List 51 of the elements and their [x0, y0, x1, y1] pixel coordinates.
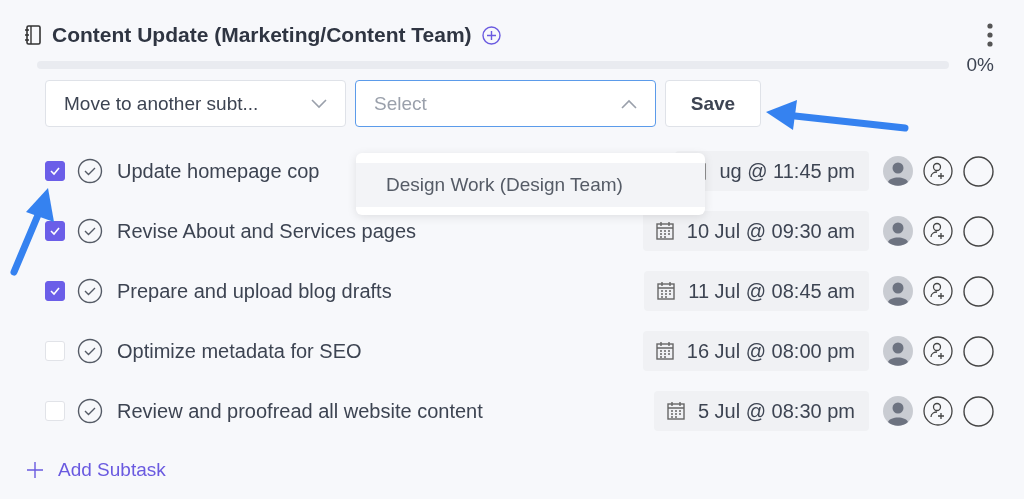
checkbox[interactable] — [45, 221, 65, 241]
checkbox[interactable] — [45, 281, 65, 301]
complete-icon[interactable] — [77, 158, 103, 184]
avatar-icon[interactable] — [883, 216, 913, 246]
calendar-icon — [665, 401, 686, 421]
assign-user-icon[interactable] — [923, 216, 953, 246]
assign-user-icon[interactable] — [923, 276, 953, 306]
status-circle-icon[interactable] — [963, 395, 994, 427]
notebook-icon — [24, 25, 42, 45]
progress-percent: 0% — [966, 54, 994, 76]
avatar-icon[interactable] — [883, 156, 913, 186]
check-icon — [49, 226, 61, 236]
caret-icon — [311, 98, 327, 109]
due-date[interactable]: 5 Jul @ 08:30 pm — [653, 391, 869, 431]
complete-icon[interactable] — [77, 278, 103, 304]
due-date[interactable]: 10 Jul @ 09:30 am — [642, 211, 869, 251]
complete-icon[interactable] — [77, 398, 103, 424]
check-icon — [49, 166, 61, 176]
complete-icon[interactable] — [77, 218, 103, 244]
status-circle-icon[interactable] — [963, 155, 994, 187]
assign-user-icon[interactable] — [923, 336, 953, 366]
assign-user-icon[interactable] — [923, 396, 953, 426]
calendar-icon — [656, 281, 677, 301]
status-circle-icon[interactable] — [963, 335, 994, 367]
subtask-title[interactable]: Optimize metadata for SEO — [117, 339, 362, 363]
status-circle-icon[interactable] — [963, 275, 994, 307]
complete-icon[interactable] — [77, 338, 103, 364]
due-date[interactable]: 16 Jul @ 08:00 pm — [642, 331, 869, 371]
more-menu-icon[interactable] — [986, 23, 994, 47]
add-subtask-link[interactable]: Add Subtask — [26, 459, 166, 481]
subtask-group-title: Content Update (Marketing/Content Team) — [52, 23, 472, 47]
avatar-icon[interactable] — [883, 276, 913, 306]
due-date[interactable]: 11 Jul @ 08:45 am — [644, 271, 869, 311]
subtask-title[interactable]: Revise About and Services pages — [117, 219, 417, 243]
plus-icon — [26, 461, 44, 479]
assign-user-icon[interactable] — [923, 156, 953, 186]
check-icon — [49, 286, 61, 296]
status-circle-icon[interactable] — [963, 215, 994, 247]
checkbox[interactable] — [45, 161, 65, 181]
avatar-icon[interactable] — [883, 396, 913, 426]
calendar-icon — [654, 341, 675, 361]
subtask-title[interactable]: Update homepage cop — [117, 159, 320, 183]
caret-icon — [621, 98, 637, 109]
subtask-title[interactable]: Review and proofread all website content — [117, 399, 483, 423]
move-select[interactable]: Move to another subt... — [45, 80, 346, 127]
add-icon[interactable] — [481, 25, 501, 45]
save-button[interactable]: Save — [665, 80, 761, 127]
calendar-icon — [654, 221, 675, 241]
avatar-icon[interactable] — [883, 336, 913, 366]
dropdown-option[interactable]: Design Work (Design Team) — [356, 163, 705, 207]
subtask-title[interactable]: Prepare and upload blog drafts — [117, 279, 392, 303]
